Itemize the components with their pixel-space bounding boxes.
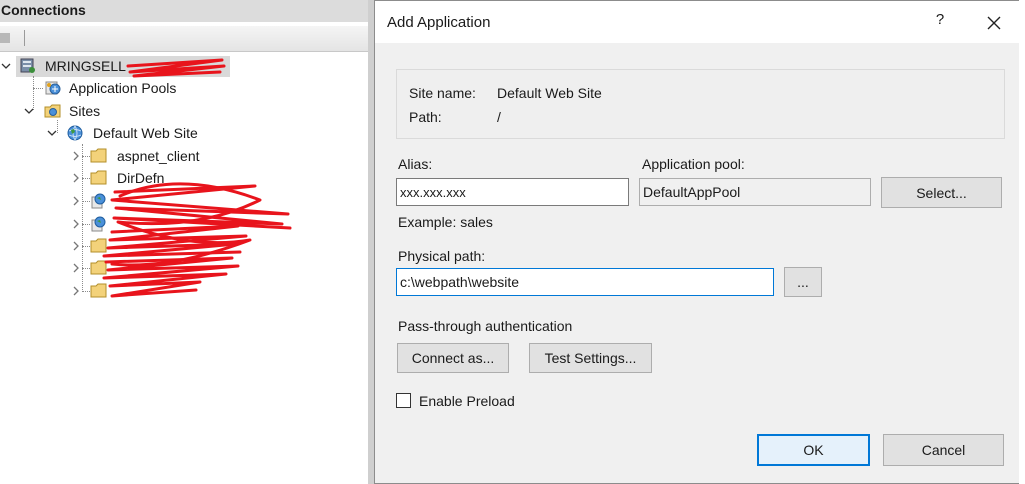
- chevron-down-icon[interactable]: [1, 61, 11, 71]
- tree-connector: [82, 156, 90, 157]
- tree-node-label: Application Pools: [69, 80, 177, 96]
- site-name-label: Site name:: [409, 85, 476, 101]
- folder-icon: [90, 283, 107, 298]
- ok-button[interactable]: OK: [757, 434, 870, 466]
- alias-example: Example: sales: [398, 214, 493, 230]
- connections-pane: Connections MRINGSELL Application Pools …: [0, 0, 368, 484]
- alias-input[interactable]: [396, 178, 629, 206]
- chevron-down-icon[interactable]: [24, 106, 34, 116]
- sites-folder-icon: [44, 104, 61, 118]
- web-application-icon: [91, 193, 106, 209]
- path-label: Path:: [409, 109, 442, 125]
- application-pool-label: Application pool:: [642, 156, 745, 172]
- browse-button[interactable]: ...: [784, 267, 822, 297]
- tree-connector: [82, 291, 90, 292]
- chevron-right-icon[interactable]: [71, 151, 81, 161]
- server-icon: [20, 58, 35, 73]
- test-settings-button[interactable]: Test Settings...: [529, 343, 652, 373]
- add-application-dialog: Add Application ? Site name: Default Web…: [374, 0, 1025, 484]
- tree-connector: [33, 76, 34, 110]
- globe-icon: [67, 125, 83, 141]
- chevron-down-icon[interactable]: [47, 128, 57, 138]
- toolbar-separator: [24, 30, 25, 46]
- chevron-right-icon[interactable]: [71, 286, 81, 296]
- web-application-icon: [91, 216, 106, 232]
- enable-preload-label: Enable Preload: [419, 393, 515, 409]
- folder-icon: [90, 238, 107, 253]
- help-button[interactable]: ?: [930, 11, 950, 28]
- cancel-button[interactable]: Cancel: [883, 434, 1004, 466]
- tree-connector: [82, 201, 90, 202]
- chevron-right-icon[interactable]: [71, 173, 81, 183]
- physical-path-input[interactable]: [396, 268, 774, 296]
- tree-connector: [82, 178, 90, 179]
- connect-as-button[interactable]: Connect as...: [397, 343, 509, 373]
- folder-icon: [90, 170, 107, 185]
- chevron-right-icon[interactable]: [71, 196, 81, 206]
- tree-node-label: DirDefn: [117, 170, 165, 186]
- tree-connector: [82, 144, 83, 292]
- application-pool-field: [639, 178, 871, 206]
- dialog-title: Add Application: [387, 14, 491, 31]
- site-info-box: Site name: Default Web Site Path: /: [396, 69, 1005, 139]
- passthrough-auth-label: Pass-through authentication: [398, 318, 573, 334]
- alias-label: Alias:: [398, 156, 433, 172]
- enable-preload-checkbox[interactable]: [396, 393, 411, 408]
- application-pools-icon: [45, 81, 61, 95]
- connections-title: Connections: [0, 0, 368, 22]
- tree-connector: [82, 246, 90, 247]
- tree-node-label: Default Web Site: [93, 125, 198, 141]
- path-value: /: [497, 109, 501, 125]
- close-icon[interactable]: [982, 11, 1006, 35]
- connections-toolbar: [0, 26, 368, 52]
- tree-node-label: MRINGSELL: [45, 58, 126, 74]
- tree-node-label: Sites: [69, 103, 101, 119]
- tree-connector: [82, 268, 90, 269]
- tree-connector: [57, 120, 58, 133]
- tree-node-label: aspnet_client: [117, 148, 200, 164]
- tree-connector: [33, 88, 43, 89]
- folder-icon: [90, 260, 107, 275]
- chevron-right-icon[interactable]: [71, 263, 81, 273]
- dialog-titlebar: Add Application ?: [375, 1, 1024, 43]
- chevron-right-icon[interactable]: [71, 241, 81, 251]
- background-window-edge: [1019, 0, 1025, 484]
- folder-icon: [90, 148, 107, 163]
- chevron-right-icon[interactable]: [71, 219, 81, 229]
- toolbar-globe-icon[interactable]: [0, 31, 12, 45]
- site-name-value: Default Web Site: [497, 85, 602, 101]
- tree-connector: [82, 224, 90, 225]
- select-app-pool-button[interactable]: Select...: [881, 177, 1002, 208]
- physical-path-label: Physical path:: [398, 248, 486, 264]
